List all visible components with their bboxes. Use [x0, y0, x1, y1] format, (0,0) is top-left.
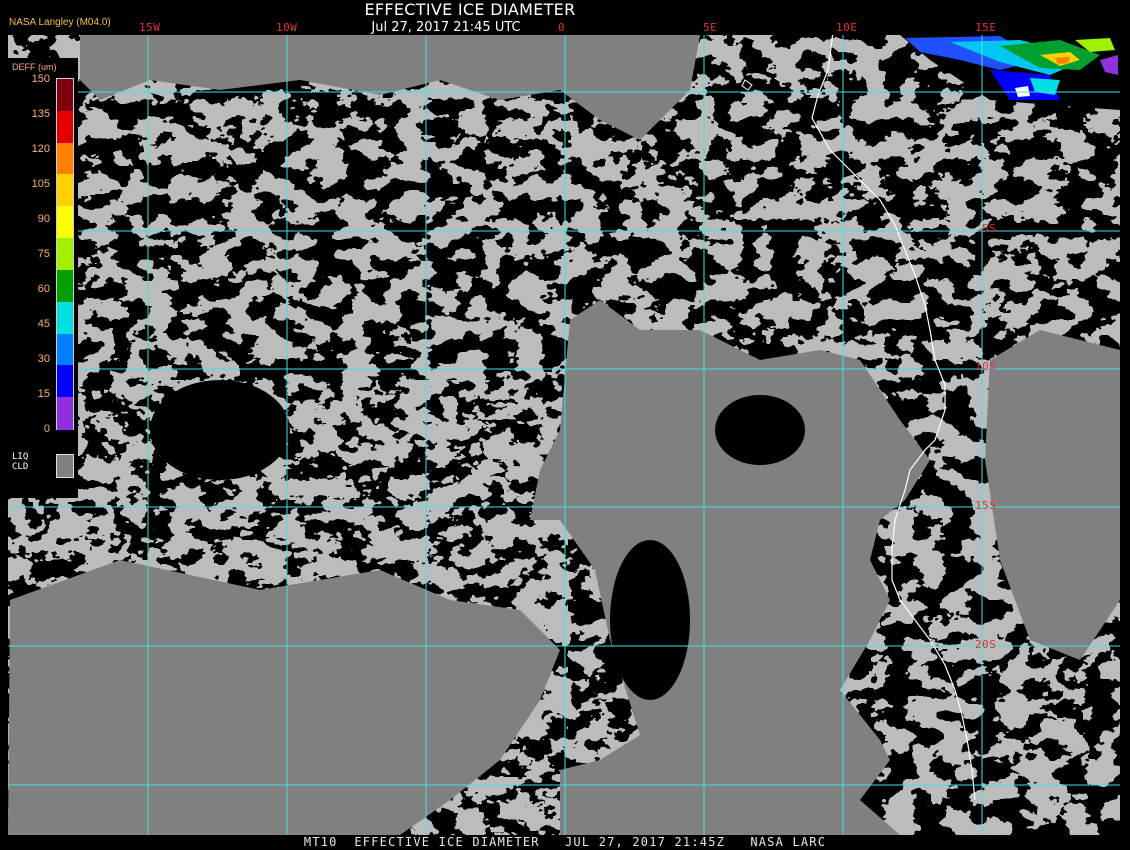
legend-tick-label: 120	[31, 143, 50, 155]
legend-tick-label: 75	[37, 248, 50, 260]
lat-lon-grid	[8, 35, 1120, 835]
legend-tick-label: 15	[37, 388, 50, 400]
legend-tick-label: 30	[37, 353, 50, 365]
producer-label: NASA Langley (M04.0)	[9, 17, 111, 28]
footer-caption: MT10 EFFECTIVE ICE DIAMETER JUL 27, 2017…	[303, 835, 827, 849]
legend-swatch	[57, 142, 73, 176]
grid-lines	[8, 35, 1120, 835]
legend-color-bar	[56, 78, 74, 430]
legend-unit: DEFF (um)	[12, 62, 57, 72]
legend-tick-label: 105	[31, 178, 50, 190]
map-timestamp: Jul 27, 2017 21:45 UTC	[371, 20, 521, 35]
legend-swatch	[57, 301, 73, 335]
legend-swatch	[57, 397, 73, 430]
legend-swatch	[57, 79, 73, 112]
liquid-cloud-swatch	[56, 454, 74, 478]
lat-label-5s: 5S	[982, 222, 997, 235]
lat-label-15s: 15S	[975, 499, 997, 512]
liquid-cloud-label-line: CLD	[12, 462, 29, 472]
liquid-cloud-label-line: LIQ	[12, 452, 29, 462]
lat-label-10s: 10S	[975, 360, 997, 373]
lon-label-15e: 15E	[975, 21, 997, 34]
legend-tick-label: 90	[37, 213, 50, 225]
legend-swatch	[57, 206, 73, 240]
legend-tick-label: 0	[43, 423, 50, 435]
legend-swatch	[57, 269, 73, 303]
legend-swatch	[57, 333, 73, 367]
lat-label-20s: 20S	[975, 638, 997, 651]
legend-swatch	[57, 238, 73, 271]
legend-tick-label: 135	[31, 108, 50, 120]
legend-tick-label: 150	[31, 73, 50, 85]
liquid-cloud-label: LIQ CLD	[12, 452, 28, 472]
legend-swatch	[57, 174, 73, 208]
legend-tick-label: 60	[37, 283, 50, 295]
legend-tick-label: 45	[37, 318, 50, 330]
color-legend: DEFF (um) 150 135 120 105 90 75 60 45 30 15 0 LIQ …	[8, 58, 78, 498]
legend-swatch	[57, 110, 73, 144]
map-title: EFFECTIVE ICE DIAMETER	[364, 0, 576, 19]
legend-swatch	[57, 365, 73, 399]
